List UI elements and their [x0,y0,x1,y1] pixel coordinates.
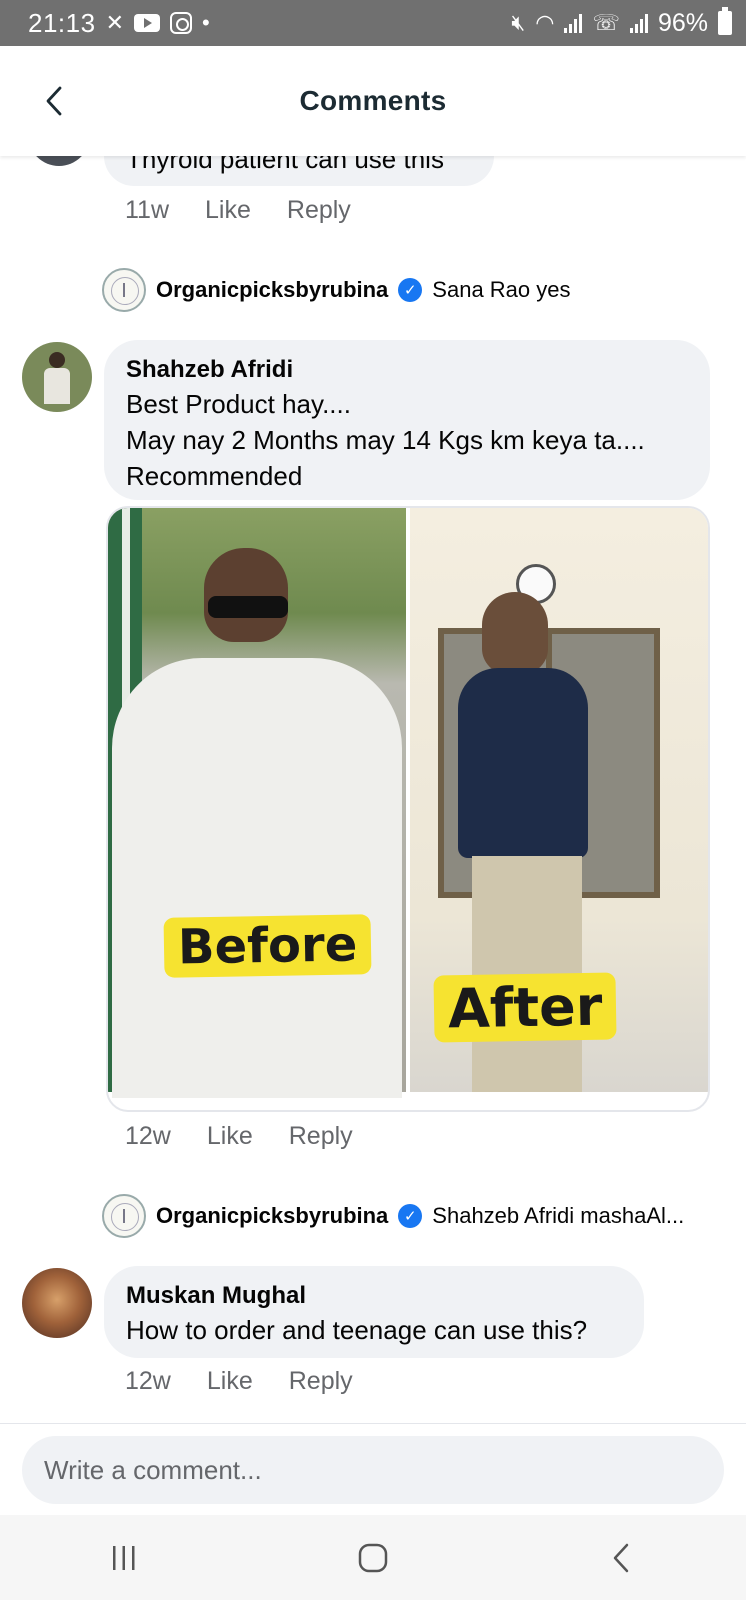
after-panel: After [410,508,708,1092]
system-nav-bar [0,1515,746,1600]
before-panel: Before [108,508,406,1098]
comment-age: 12w [125,1367,171,1395]
reply-button[interactable]: Reply [289,1122,353,1151]
reply-preview[interactable]: Organicpicksbyrubina ✓ Shahzeb Afridi ma… [102,1194,684,1238]
comment-bubble: Muskan Mughal How to order and teenage c… [104,1266,644,1358]
header: Comments [0,46,746,156]
signal-2-icon [629,13,648,33]
missed-call-icon: ✕ [105,10,125,35]
like-button[interactable]: Like [207,1122,253,1151]
back-icon [613,1543,628,1572]
comment-input[interactable]: Write a comment... [22,1436,724,1504]
reply-author[interactable]: Organicpicksbyrubina [156,1203,388,1229]
page-logo-avatar[interactable] [102,268,146,312]
comment-age: 11w [125,196,170,224]
page-logo-avatar[interactable] [102,1194,146,1238]
battery-percent: 96% [657,8,708,37]
back-arrow-icon[interactable] [40,84,68,118]
comment-composer: Write a comment... [0,1423,746,1515]
back-button[interactable] [592,1528,652,1588]
comment-bubble: Shahzeb Afridi Best Product hay.... May … [104,340,710,500]
recent-apps-icon [113,1545,135,1570]
avatar[interactable] [22,342,92,412]
dot-icon: • [202,10,210,35]
avatar[interactable] [28,156,90,166]
comment-actions: 12w Like Reply [125,1367,353,1396]
comment-text-line: Recommended [126,461,303,491]
reply-text: Shahzeb Afridi mashaAl... [432,1203,685,1228]
comment-text-line: Best Product hay.... [126,389,351,419]
status-time: 21:13 [28,7,96,38]
like-button[interactable]: Like [207,1367,253,1396]
youtube-icon [134,14,161,32]
reply-button[interactable]: Reply [289,1367,353,1396]
page-title: Comments [299,85,447,116]
comment-author[interactable]: Shahzeb Afridi [126,354,688,386]
comment-actions: 12w Like Reply [125,1122,353,1151]
comments-list[interactable]: Thyroid patient can use this 11w Like Re… [0,156,746,1423]
mute-icon: 🔇︎ [511,10,526,35]
wifi-icon: ◠ [535,10,555,35]
verified-badge-icon: ✓ [398,278,423,302]
after-label: After [433,972,617,1043]
wifi-calling-icon: ☏ [592,10,620,35]
comment-bubble: Thyroid patient can use this [104,156,494,186]
recent-apps-button[interactable] [94,1528,154,1588]
home-button[interactable] [343,1528,403,1588]
reply-text: Sana Rao yes [432,277,571,302]
battery-icon [718,7,732,35]
comment-actions: 11w Like Reply [125,196,351,225]
avatar[interactable] [22,1268,92,1338]
reply-button[interactable]: Reply [287,196,351,225]
comment-text: How to order and teenage can use this? [126,1315,588,1345]
comment-text: Thyroid patient can use this [126,156,444,174]
verified-badge-icon: ✓ [398,1204,423,1228]
comment-text-line: May nay 2 Months may 14 Kgs km keya ta..… [126,425,645,455]
instagram-icon [170,12,193,34]
reply-preview[interactable]: Organicpicksbyrubina ✓ Sana Rao yes [102,268,571,312]
comment-age: 12w [125,1122,171,1150]
signal-icon [564,13,583,33]
reply-author[interactable]: Organicpicksbyrubina [156,277,388,303]
status-bar: 21:13 ✕ • 🔇︎ ◠ ☏ 96% [0,0,746,46]
comment-photo[interactable]: Before After [106,506,710,1112]
like-button[interactable]: Like [205,196,251,225]
home-icon [358,1543,388,1572]
before-label: Before [163,914,372,978]
comment-author[interactable]: Muskan Mughal [126,1280,622,1312]
